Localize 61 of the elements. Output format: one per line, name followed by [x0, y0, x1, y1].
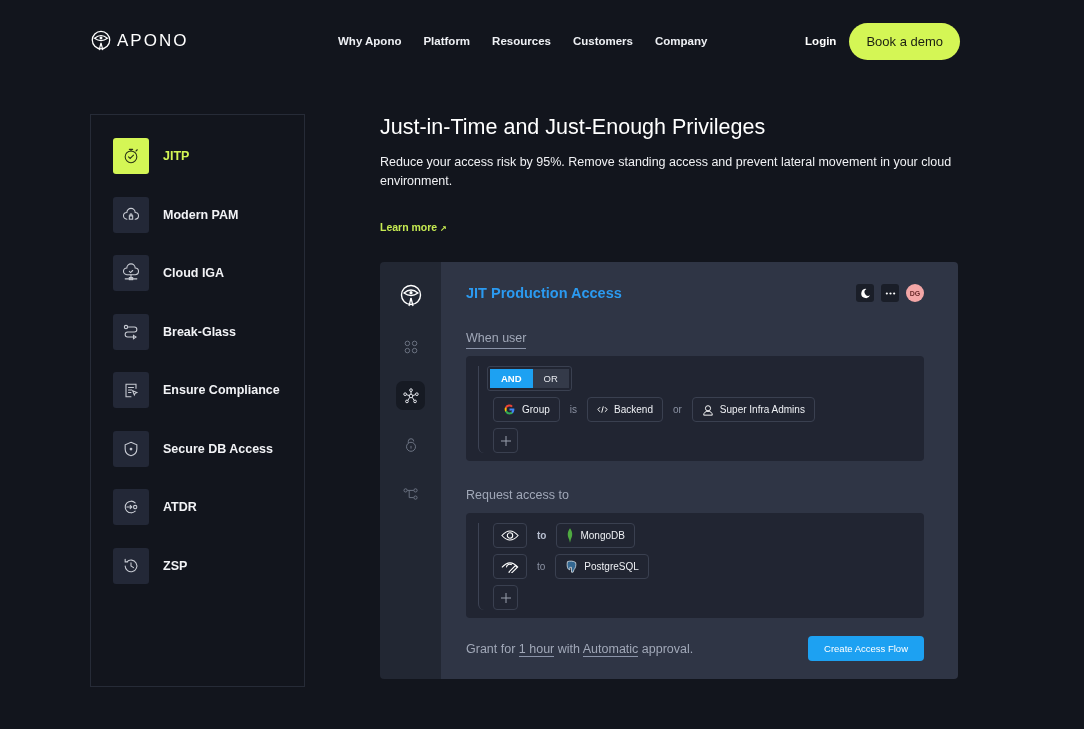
feature-icon-tile[interactable]	[113, 255, 149, 291]
logo-icon	[90, 30, 112, 52]
section-label: When user	[466, 331, 527, 349]
more-button[interactable]	[881, 284, 899, 302]
login-link[interactable]: Login	[805, 35, 837, 47]
plus-icon	[500, 435, 511, 446]
logo-wordmark[interactable]: APONO	[117, 31, 189, 51]
connector-word: to	[537, 561, 546, 572]
feature-icon-tile[interactable]	[113, 196, 149, 233]
feature-label[interactable]: Secure DB Access	[163, 441, 274, 456]
nodes-icon[interactable]	[396, 381, 425, 410]
attribute-chip[interactable]: Group	[493, 397, 560, 422]
learn-more-link[interactable]: Learn more ↗	[380, 221, 958, 233]
google-icon	[503, 403, 516, 416]
eye-icon[interactable]	[493, 523, 527, 548]
feature-label[interactable]: ZSP	[163, 558, 188, 573]
value-chip[interactable]: Super Infra Admins	[691, 397, 815, 422]
section-label: Request access to	[466, 488, 569, 502]
nav-link[interactable]: Customers	[572, 35, 633, 47]
plus-icon	[500, 592, 511, 603]
connector-word: to	[537, 530, 547, 541]
nav-link[interactable]: Resources	[492, 35, 551, 47]
feature-label[interactable]: JITP	[163, 149, 190, 163]
feature-label[interactable]: Cloud IGA	[163, 266, 225, 280]
moon-icon	[859, 287, 871, 299]
feature-icon-tile[interactable]	[113, 547, 149, 584]
add-button[interactable]	[493, 585, 518, 610]
feature-label[interactable]: ATDR	[163, 500, 197, 514]
connector-word: or	[672, 404, 682, 415]
eye-pencil-icon[interactable]	[493, 554, 527, 579]
user-icon	[701, 403, 714, 416]
nav-link[interactable]: Company	[655, 35, 708, 47]
feature-icon-tile[interactable]	[113, 138, 149, 174]
feature-label[interactable]: Modern PAM	[163, 207, 239, 222]
feature-label[interactable]: Ensure Compliance	[163, 383, 280, 397]
option-select[interactable]: 1 hour	[518, 641, 555, 657]
add-button[interactable]	[493, 428, 518, 453]
feature-icon-tile[interactable]	[113, 489, 149, 525]
resource-chip[interactable]: MongoDB	[556, 523, 635, 548]
leaf-icon	[566, 528, 575, 543]
code-icon	[597, 405, 609, 414]
book-demo-button[interactable]: Book a demo	[849, 22, 960, 60]
feature-label[interactable]: Break-Glass	[163, 324, 236, 339]
nav-link[interactable]: Why Apono	[338, 35, 402, 47]
grant-sentence: Grant for 1 hour with Automatic approval.	[466, 641, 694, 656]
flow-title: JIT Production Access	[466, 285, 622, 301]
dark-mode-button[interactable]	[856, 284, 874, 302]
option-select[interactable]: Automatic	[582, 641, 639, 657]
elephant-icon	[565, 560, 579, 573]
resource-chip[interactable]: PostgreSQL	[555, 554, 649, 579]
section-heading: Just-in-Time and Just-Enough Privileges	[380, 114, 767, 140]
section-description: Reduce your access risk by 95%. Remove standing access and prevent lateral movement in your cloud environment.	[380, 154, 953, 190]
feature-icon-tile[interactable]	[113, 313, 149, 350]
cloud-network-icon	[121, 263, 141, 283]
feature-icon-tile[interactable]	[113, 430, 149, 467]
logo-icon	[398, 284, 423, 308]
value-chip[interactable]: Backend	[587, 397, 663, 422]
feature-icon-tile[interactable]	[113, 372, 149, 408]
operator-toggle[interactable]: OR	[532, 369, 569, 388]
connector-word: is	[569, 404, 578, 415]
nav-link[interactable]: Platform	[423, 35, 471, 47]
